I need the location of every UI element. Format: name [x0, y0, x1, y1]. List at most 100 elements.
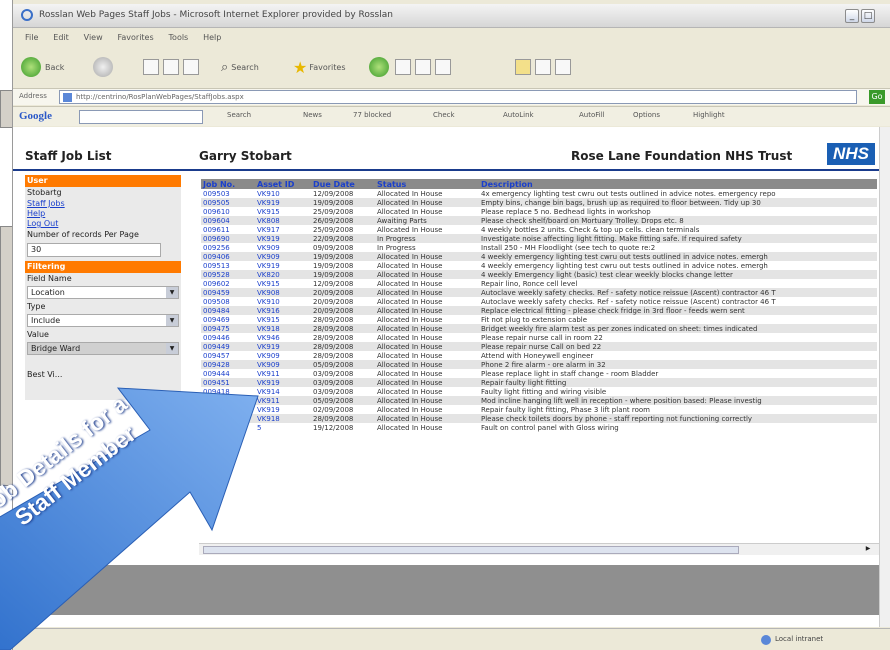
- table-row[interactable]: 009602 VK915 12/09/2008 Allocated In House R…: [201, 279, 877, 288]
- stop-icon[interactable]: [143, 59, 159, 75]
- column-job-no[interactable]: Job No.: [201, 179, 255, 189]
- job-no-cell[interactable]: 009602: [201, 279, 255, 288]
- table-row[interactable]: 009449 VK919 28/09/2008 Allocated In House P…: [201, 342, 877, 351]
- autolink-button[interactable]: AutoLink: [503, 111, 534, 119]
- table-row[interactable]: 009420VK91105/09/2008Allocated In HouseM…: [201, 396, 877, 405]
- job-no-cell[interactable]: 009256: [201, 243, 255, 252]
- status-cell: Allocated In House: [375, 252, 479, 261]
- column-description[interactable]: Description: [479, 179, 877, 189]
- job-no-cell[interactable]: 009513: [201, 261, 255, 270]
- table-row[interactable]: 009406 VK909 19/09/2008 Allocated In House 4…: [201, 252, 877, 261]
- google-search-button[interactable]: Search: [227, 111, 251, 119]
- table-row[interactable]: 009469 VK915 28/09/2008 Allocated In House F…: [201, 315, 877, 324]
- print-icon[interactable]: [435, 59, 451, 75]
- asset-id-cell[interactable]: VK908: [255, 288, 311, 297]
- spell-check-button[interactable]: Check: [433, 111, 455, 119]
- asset-id-cell[interactable]: VK915: [255, 279, 311, 288]
- refresh-icon[interactable]: [163, 59, 179, 75]
- asset-id-cell[interactable]: VK910: [255, 189, 311, 198]
- table-row[interactable]: 009478VK91902/09/2008Allocated In HouseR…: [201, 405, 877, 414]
- messenger-icon[interactable]: [555, 59, 571, 75]
- table-row[interactable]: 009457 VK909 28/09/2008 Allocated In House A…: [201, 351, 877, 360]
- column-status[interactable]: Status: [375, 179, 479, 189]
- table-row[interactable]: 009505 VK919 19/09/2008 Allocated In House E…: [201, 198, 877, 207]
- asset-id-cell[interactable]: VK917: [255, 225, 311, 234]
- job-no-cell[interactable]: 009690: [201, 234, 255, 243]
- go-button[interactable]: Go: [869, 90, 885, 104]
- highlight-button[interactable]: Highlight: [693, 111, 725, 119]
- menu-favorites[interactable]: Favorites: [118, 33, 154, 42]
- table-row[interactable]: 009475 VK918 28/09/2008 Allocated In House B…: [201, 324, 877, 333]
- column-due-date[interactable]: Due Date: [311, 179, 375, 189]
- folder-icon[interactable]: [515, 59, 531, 75]
- table-row[interactable]: 009508 VK910 20/09/2008 Allocated In House A…: [201, 297, 877, 306]
- table-row[interactable]: 009459 VK908 20/09/2008 Allocated In House A…: [201, 288, 877, 297]
- maximize-button[interactable]: □: [861, 9, 875, 23]
- asset-id-cell[interactable]: VK820: [255, 270, 311, 279]
- records-per-page-input[interactable]: 30: [27, 243, 161, 257]
- table-row[interactable]: 009451 VK919 03/09/2008 Allocated In House R…: [201, 378, 877, 387]
- due-date-cell: 19/12/2008: [313, 423, 354, 432]
- job-no-cell[interactable]: 009505: [201, 198, 255, 207]
- favorites-button[interactable]: ★ Favorites: [293, 56, 345, 78]
- menu-view[interactable]: View: [84, 33, 103, 42]
- asset-id-cell[interactable]: VK909: [255, 252, 311, 261]
- table-row[interactable]: 009604 VK808 26/09/2008 Awaiting Parts Pleas…: [201, 216, 877, 225]
- google-news-button[interactable]: News: [303, 111, 322, 119]
- table-row[interactable]: 009690 VK919 22/09/2008 In Progress Investig…: [201, 234, 877, 243]
- sidebar-link-help[interactable]: Help: [25, 209, 181, 219]
- options-button[interactable]: Options: [633, 111, 660, 119]
- sidebar-link-log-out[interactable]: Log Out: [25, 219, 181, 229]
- minimize-button[interactable]: _: [845, 9, 859, 23]
- menu-help[interactable]: Help: [203, 33, 221, 42]
- table-row[interactable]: 009446 VK946 28/09/2008 Allocated In House P…: [201, 333, 877, 342]
- job-no-cell[interactable]: 009611: [201, 225, 255, 234]
- scroll-right-icon[interactable]: ▶: [863, 545, 873, 555]
- job-no-cell[interactable]: 009528: [201, 270, 255, 279]
- table-row[interactable]: 009513 VK919 19/09/2008 Allocated In House 4…: [201, 261, 877, 270]
- asset-id-cell[interactable]: VK919: [255, 234, 311, 243]
- field-name-select[interactable]: Location ▼: [27, 286, 179, 299]
- home-icon[interactable]: [183, 59, 199, 75]
- mail-icon[interactable]: [415, 59, 431, 75]
- table-row[interactable]: 009610 VK915 25/09/2008 Allocated In House P…: [201, 207, 877, 216]
- table-row[interactable]: 009428 VK909 05/09/2008 Allocated In House P…: [201, 360, 877, 369]
- table-row[interactable]: 009418 VK914 03/09/2008 Allocated In House F…: [201, 387, 877, 396]
- asset-id-cell[interactable]: VK919: [255, 198, 311, 207]
- google-search-input[interactable]: [79, 110, 203, 124]
- table-row[interactable]: 009484 VK916 20/09/2008 Allocated In House R…: [201, 306, 877, 315]
- table-row[interactable]: 009256 VK909 09/09/2008 In Progress Install …: [201, 243, 877, 252]
- research-icon[interactable]: [535, 59, 551, 75]
- sidebar-link-staff-jobs[interactable]: Staff Jobs: [25, 199, 181, 209]
- job-no-cell[interactable]: 009406: [201, 252, 255, 261]
- autofill-button[interactable]: AutoFill: [579, 111, 605, 119]
- menu-file[interactable]: File: [25, 33, 38, 42]
- menu-edit[interactable]: Edit: [53, 33, 69, 42]
- popup-blocked-button[interactable]: 77 blocked: [353, 111, 391, 119]
- column-asset-id[interactable]: Asset ID: [255, 179, 311, 189]
- job-no-cell[interactable]: 009610: [201, 207, 255, 216]
- asset-id-cell[interactable]: VK909: [255, 243, 311, 252]
- asset-id-cell[interactable]: VK808: [255, 216, 311, 225]
- asset-id-cell[interactable]: VK915: [255, 207, 311, 216]
- table-row[interactable]: 009503 VK910 12/09/2008 Allocated In House 4…: [201, 189, 877, 198]
- address-input[interactable]: http://centrino/RosPlanWebPages/StaffJob…: [59, 90, 857, 104]
- table-row[interactable]: 009460519/12/2008Allocated In HouseFault…: [201, 423, 877, 432]
- table-row[interactable]: 009528 VK820 19/09/2008 Allocated In House 4…: [201, 270, 877, 279]
- description-cell: Repair faulty light fitting: [479, 378, 877, 387]
- menu-tools[interactable]: Tools: [169, 33, 189, 42]
- asset-id-cell[interactable]: VK919: [255, 261, 311, 270]
- table-row[interactable]: 009611 VK917 25/09/2008 Allocated In House 4…: [201, 225, 877, 234]
- search-button[interactable]: ⌕ Search: [221, 56, 259, 78]
- job-no-cell[interactable]: 009459: [201, 288, 255, 297]
- table-row[interactable]: 009470VK91828/09/2008Allocated In HouseP…: [201, 414, 877, 423]
- forward-button[interactable]: [93, 56, 113, 78]
- vertical-scrollbar[interactable]: [879, 127, 890, 627]
- back-button[interactable]: Back: [21, 56, 64, 78]
- table-row[interactable]: 009444 VK911 03/09/2008 Allocated In House P…: [201, 369, 877, 378]
- job-no-cell[interactable]: 009604: [201, 216, 255, 225]
- horizontal-scrollbar[interactable]: ▶: [199, 543, 879, 555]
- job-no-cell[interactable]: 009503: [201, 189, 255, 198]
- history-icon[interactable]: [395, 59, 411, 75]
- media-icon[interactable]: [369, 57, 389, 77]
